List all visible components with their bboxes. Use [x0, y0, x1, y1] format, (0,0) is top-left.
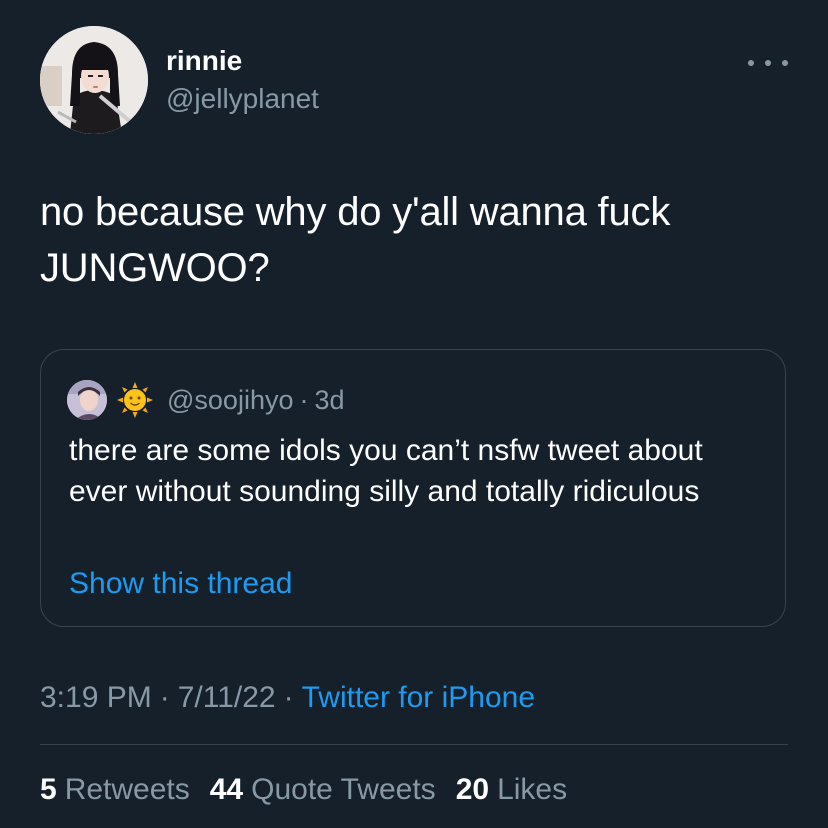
quote-separator: ·	[299, 384, 309, 415]
avatar-photo	[40, 26, 148, 134]
tweet-meta: 3:19 PM · 7/11/22 · Twitter for iPhone	[40, 678, 535, 718]
retweets-count: 5	[40, 773, 57, 806]
tweet-stats: 5 Retweets 44 Quote Tweets 20 Likes	[40, 770, 587, 810]
ellipsis-dot	[765, 60, 771, 66]
ellipsis-dot	[782, 60, 788, 66]
quote-tweet-card[interactable]: @soojihyo · 3d there are some idols you …	[40, 349, 786, 627]
quote-author-avatar[interactable]	[67, 380, 107, 420]
quote-avatar-photo	[67, 380, 107, 420]
quote-header: @soojihyo · 3d	[67, 380, 345, 420]
meta-separator: ·	[283, 681, 294, 714]
likes-stat[interactable]: 20 Likes	[456, 770, 567, 810]
quote-timestamp[interactable]: 3d	[314, 385, 344, 416]
ellipsis-icon[interactable]	[748, 56, 788, 70]
quote-text: there are some idols you can’t nsfw twee…	[69, 434, 703, 508]
quote-author-handle[interactable]: @soojihyo	[167, 385, 293, 416]
quote-tweets-count: 44	[209, 773, 244, 806]
tweet-time[interactable]: 3:19 PM	[40, 681, 152, 714]
tweet-text-line: no because why do y'all wanna fuck	[40, 190, 671, 234]
retweets-stat[interactable]: 5 Retweets	[40, 770, 190, 810]
likes-count: 20	[455, 773, 490, 806]
sun-with-face-emoji	[117, 382, 153, 418]
tweet-text-line: JUNGWOO?	[40, 246, 270, 290]
divider	[40, 744, 788, 745]
retweets-label: Retweets	[64, 773, 190, 806]
author-display-name[interactable]: rinnie	[166, 44, 319, 78]
tweet-header: rinnie @jellyplanet	[40, 26, 788, 136]
quote-tweets-label: Quote Tweets	[251, 773, 436, 806]
likes-label: Likes	[497, 773, 568, 806]
author-avatar[interactable]	[40, 26, 148, 134]
ellipsis-dot	[748, 60, 754, 66]
tweet-date[interactable]: 7/11/22	[178, 681, 276, 714]
tweet-text: no because why do y'all wanna fuck JUNGW…	[40, 184, 788, 296]
show-thread-link[interactable]: Show this thread	[69, 564, 292, 604]
quote-tweets-stat[interactable]: 44 Quote Tweets	[210, 770, 436, 810]
tweet-source-link[interactable]: Twitter for iPhone	[302, 681, 535, 714]
meta-separator: ·	[159, 681, 170, 714]
author-handle[interactable]: @jellyplanet	[166, 82, 319, 116]
author-names: rinnie @jellyplanet	[166, 44, 319, 116]
